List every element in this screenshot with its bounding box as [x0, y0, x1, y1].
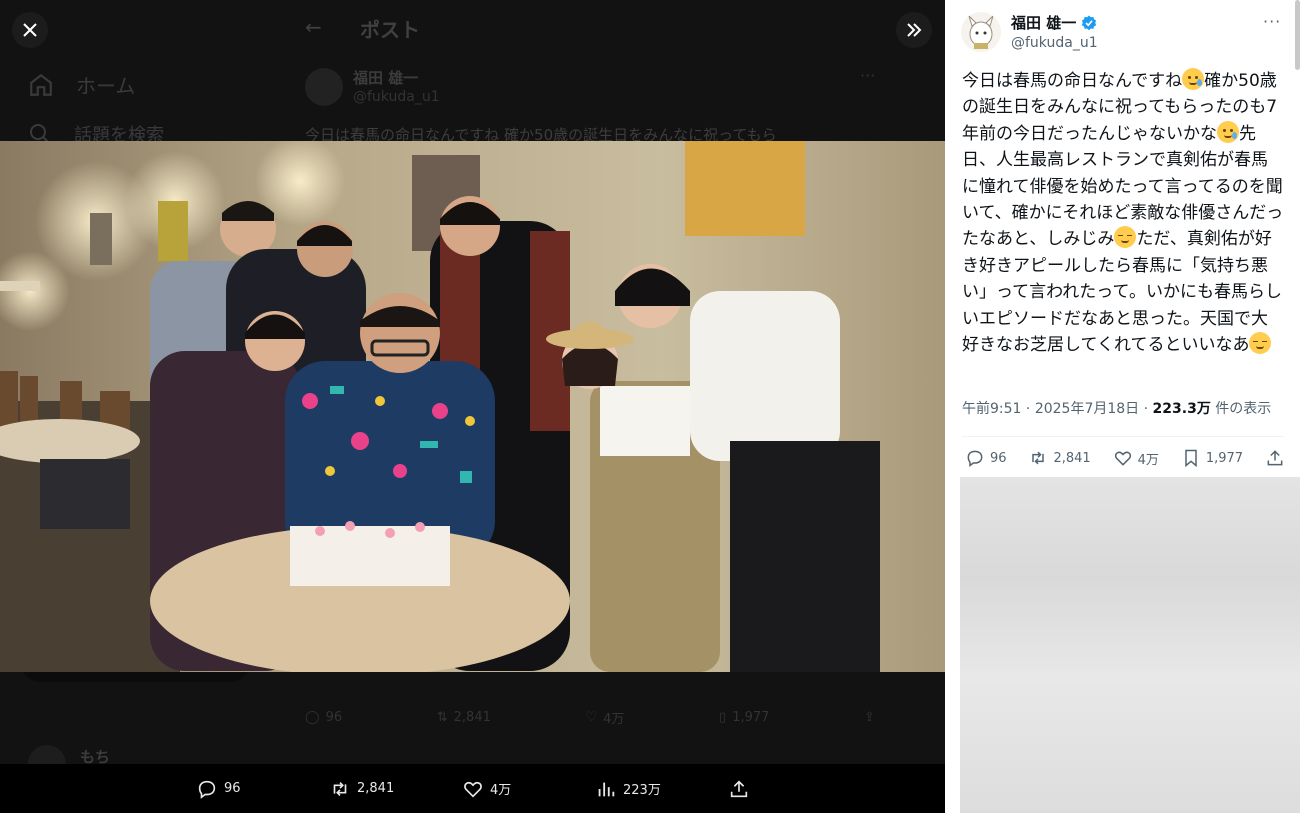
heart-icon: ♡ [585, 710, 598, 725]
post-author-avatar[interactable] [305, 68, 343, 106]
repost-button[interactable]: 2,841 [1028, 448, 1091, 468]
smiling-face-with-tear-icon [1217, 120, 1239, 143]
like-count: 4万 [1137, 452, 1159, 468]
post-actions: ◯ 96 ⇅ 2,841 ♡ 4万 ▯ 1,977 ⇪ [305, 708, 875, 727]
reply-action[interactable]: ◯ 96 [305, 708, 342, 727]
like-button[interactable]: 4万 [462, 778, 595, 800]
views-count: 223万 [623, 783, 661, 798]
reply-button[interactable]: 96 [196, 778, 329, 800]
bookmark-icon: ▯ [719, 710, 727, 725]
nav-home-label: ホーム [76, 74, 136, 98]
views-label: 件の表示 [1215, 401, 1272, 417]
bookmark-action[interactable]: ▯ 1,977 [719, 708, 769, 727]
reply-button[interactable]: 96 [965, 448, 1007, 468]
share-icon [730, 779, 748, 797]
home-icon [30, 73, 52, 96]
share-icon [1267, 450, 1283, 466]
tweet-detail-panel: 福田 雄一 @fukuda_u1 ··· 今日は春馬の命日なんですね 確か50歳の… [945, 0, 1300, 813]
share-action[interactable]: ⇪ [864, 708, 875, 727]
nav-home[interactable]: ホーム [28, 70, 135, 99]
reply-count: 96 [224, 781, 241, 796]
reply-icon: ◯ [305, 710, 320, 725]
author-name: 福田 雄一 [1011, 14, 1077, 32]
post-author-name[interactable]: 福田 雄一 [353, 67, 418, 88]
tweet-time[interactable]: 午前9:51 [962, 401, 1021, 417]
relieved-face-icon [1114, 226, 1137, 249]
verified-badge-icon [1082, 15, 1097, 30]
repost-count: 2,841 [453, 710, 491, 725]
tweet-text-part-1: 今日は春馬の命日なんですね [962, 71, 1183, 91]
panel-scrollbar[interactable] [1295, 0, 1300, 70]
media-action-bar: 96 2,841 4万 223万 [0, 764, 945, 813]
repost-button[interactable]: 2,841 [329, 778, 462, 800]
group-photo-image [0, 141, 945, 672]
views-button[interactable]: 223万 [595, 778, 728, 800]
repost-icon [1032, 451, 1045, 465]
smiling-face-with-tear-icon [1182, 68, 1205, 90]
like-button[interactable]: 4万 [1113, 448, 1159, 468]
tweet-date[interactable]: 2025年7月18日 [1035, 401, 1139, 417]
repost-count: 2,841 [1053, 450, 1091, 466]
repost-count: 2,841 [357, 781, 395, 796]
like-count: 4万 [603, 712, 625, 727]
share-button[interactable] [728, 778, 750, 800]
share-icon: ⇪ [864, 710, 875, 725]
repost-icon [333, 781, 347, 796]
back-arrow-icon[interactable]: ← [305, 15, 322, 39]
double-chevron-right-icon [907, 23, 922, 37]
blurred-replies-area [960, 477, 1300, 813]
close-icon [23, 23, 37, 37]
author-handle[interactable]: @fukuda_u1 [1011, 35, 1098, 51]
heart-icon [464, 781, 482, 798]
relieved-face-icon [1249, 332, 1272, 355]
repost-icon: ⇅ [436, 710, 448, 725]
tweet-views: 223.3万 [1152, 401, 1211, 417]
bar-chart-icon [598, 782, 615, 796]
reply-count: 96 [325, 710, 343, 725]
bookmark-count: 1,977 [732, 710, 770, 725]
like-action[interactable]: ♡ 4万 [585, 708, 624, 727]
author-name-row[interactable]: 福田 雄一 [1011, 12, 1098, 33]
heart-icon [1114, 451, 1131, 466]
bookmark-count: 1,977 [1205, 450, 1244, 466]
avatar-illustration [968, 15, 994, 49]
reply-icon [198, 780, 216, 799]
bookmark-icon [1185, 449, 1197, 468]
divider [962, 436, 1284, 437]
post-author-handle[interactable]: @fukuda_u1 [353, 89, 440, 105]
tweet-body: 今日は春馬の命日なんですね 確か50歳の誕生日をみんなに祝ってもらったのも7年前の… [962, 68, 1284, 358]
more-options-icon[interactable]: ··· [860, 66, 875, 85]
close-button[interactable] [12, 12, 48, 48]
tweet-actions: 96 2,841 4万 1,977 [965, 448, 1285, 468]
avatar[interactable] [961, 12, 1001, 52]
repost-action[interactable]: ⇅ 2,841 [437, 708, 491, 727]
more-options-button[interactable]: ··· [1263, 12, 1281, 31]
like-count: 4万 [490, 783, 512, 798]
toggle-panel-button[interactable] [896, 12, 932, 48]
reply-icon [967, 450, 983, 467]
post-page-title: ポスト [360, 18, 420, 42]
share-button[interactable] [1265, 448, 1285, 468]
bookmark-button[interactable]: 1,977 [1181, 448, 1243, 468]
tweet-photo[interactable] [0, 141, 945, 672]
tweet-meta: 午前9:51 · 2025年7月18日 · 223.3万 件の表示 [962, 401, 1272, 417]
reply-count: 96 [990, 450, 1007, 466]
